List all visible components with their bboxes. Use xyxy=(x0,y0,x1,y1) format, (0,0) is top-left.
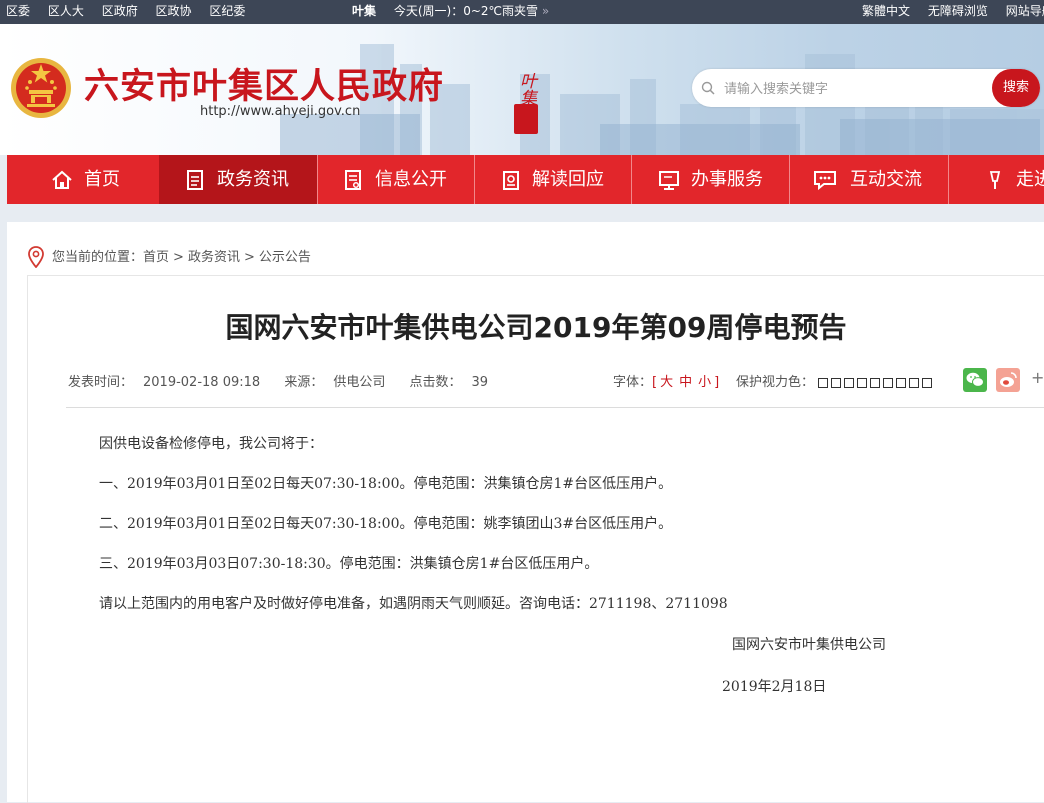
eye-color-swatch[interactable] xyxy=(818,377,829,388)
breadcrumb-announcements[interactable]: 公示公告 xyxy=(259,250,311,265)
publish-time-label: 发表时间： xyxy=(68,375,134,390)
eye-color-swatch[interactable] xyxy=(883,377,894,388)
traditional-chinese-link[interactable]: 繁體中文 xyxy=(862,4,910,18)
nav-item-interpretation[interactable]: 解读回应 xyxy=(474,155,632,204)
nav-item-label: 解读回应 xyxy=(532,169,604,190)
location-pin-icon xyxy=(28,246,44,268)
nav-item-services[interactable]: 办事服务 xyxy=(631,155,790,204)
eye-color-swatch[interactable] xyxy=(831,377,842,388)
click-count: 39 xyxy=(471,375,489,390)
eye-protection-label: 保护视力色： xyxy=(736,375,815,390)
article-paragraph: 三、2019年03月03日07:30-18:30。停电范围：洪集镇仓房1#台区低… xyxy=(99,556,599,572)
font-bracket-open: [ xyxy=(652,375,658,390)
document-icon xyxy=(187,170,203,190)
nav-item-government-news[interactable]: 政务资讯 xyxy=(159,155,317,204)
top-link-discipline-committee[interactable]: 区纪委 xyxy=(209,4,245,18)
national-emblem-logo xyxy=(11,58,71,118)
clicks-label: 点击数： xyxy=(409,375,462,390)
eye-color-swatch[interactable] xyxy=(922,377,933,388)
weibo-icon xyxy=(1000,372,1017,387)
seal-text: 叶集 xyxy=(516,72,536,106)
main-nav: 首页 政务资讯 信息公开 解读回应 办事服务 互动交流 走进 xyxy=(7,155,1044,204)
top-bar: 区委 区人大 区政府 区政协 区纪委 叶集 今天(周一)：0~2℃雨夹雪 » 繁… xyxy=(0,0,1044,24)
article: 国网六安市叶集供电公司2019年第09周停电预告 发表时间： 2019-02-18… xyxy=(27,275,1044,803)
chat-icon xyxy=(814,171,836,191)
source: 供电公司 xyxy=(333,375,386,390)
eye-color-swatch[interactable] xyxy=(909,377,920,388)
home-icon xyxy=(52,170,72,189)
torch-icon xyxy=(989,171,1001,189)
breadcrumb: 您当前的位置：首页 > 政务资讯 > 公示公告 xyxy=(52,246,311,265)
top-link-district-cppcc[interactable]: 区政协 xyxy=(156,4,192,18)
share-more-icon[interactable]: + xyxy=(1031,368,1044,387)
divider xyxy=(66,407,1044,408)
wechat-share-icon[interactable] xyxy=(963,368,987,392)
top-right-links: 繁體中文 无障碍浏览 网站导航 xyxy=(862,0,1044,22)
search-icon xyxy=(701,81,715,95)
article-body: 因供电设备检修停电，我公司将于： 一、2019年03月01日至02日每天07:3… xyxy=(99,434,999,634)
weather-city: 叶集 xyxy=(352,4,377,18)
font-size-control: 字体：[大中小] xyxy=(613,371,719,390)
top-link-district-committee[interactable]: 区委 xyxy=(6,4,30,18)
eye-color-swatch[interactable] xyxy=(896,377,907,388)
top-link-district-congress[interactable]: 区人大 xyxy=(48,4,84,18)
search-box: 搜索 xyxy=(692,69,1040,107)
nav-item-label: 互动交流 xyxy=(850,169,922,190)
source-label: 来源： xyxy=(284,375,324,390)
font-size-medium[interactable]: 中 xyxy=(679,375,692,390)
site-map-link[interactable]: 网站导航 xyxy=(1006,4,1044,18)
nav-item-interaction[interactable]: 互动交流 xyxy=(789,155,949,204)
font-size-label: 字体： xyxy=(613,375,653,390)
article-paragraph: 因供电设备检修停电，我公司将于： xyxy=(99,436,323,452)
eye-color-swatch[interactable] xyxy=(870,377,881,388)
badge-icon xyxy=(503,171,519,190)
nav-item-label: 首页 xyxy=(84,169,120,190)
list-doc-icon xyxy=(345,170,361,190)
article-title: 国网六安市叶集供电公司2019年第09周停电预告 xyxy=(225,311,847,344)
top-links: 区委 区人大 区政府 区政协 区纪委 xyxy=(6,0,259,22)
nav-item-info-disclosure[interactable]: 信息公开 xyxy=(317,155,475,204)
eye-protection-control: 保护视力色： xyxy=(736,371,935,390)
content-panel: 您当前的位置：首页 > 政务资讯 > 公示公告 国网六安市叶集供电公司2019年第09周… xyxy=(7,222,1044,803)
breadcrumb-prefix: 您当前的位置： xyxy=(52,250,144,265)
breadcrumb-separator: > xyxy=(173,250,184,265)
top-link-district-government[interactable]: 区政府 xyxy=(102,4,138,18)
font-size-large[interactable]: 大 xyxy=(660,375,673,390)
weather-widget: 叶集 今天(周一)：0~2℃雨夹雪 » xyxy=(352,0,549,22)
article-meta: 发表时间： 2019-02-18 09:18 来源： 供电公司 点击数： 39 xyxy=(68,371,508,390)
eye-color-swatch[interactable] xyxy=(857,377,868,388)
article-paragraph: 请以上范围内的用电客户及时做好停电准备，如遇阴雨天气则顺延。咨询电话：27111… xyxy=(99,596,728,612)
article-paragraph: 二、2019年03月01日至02日每天07:30-18:00。停电范围：姚李镇团… xyxy=(99,516,673,532)
search-input[interactable] xyxy=(722,77,976,101)
article-paragraph: 一、2019年03月01日至02日每天07:30-18:00。停电范围：洪集镇仓… xyxy=(99,476,673,492)
eye-color-swatch[interactable] xyxy=(844,377,855,388)
wechat-icon xyxy=(966,372,984,387)
weather-more-icon[interactable]: » xyxy=(542,4,549,18)
accessibility-link[interactable]: 无障碍浏览 xyxy=(928,4,988,18)
font-bracket-close: ] xyxy=(714,375,720,390)
breadcrumb-home[interactable]: 首页 xyxy=(143,250,169,265)
site-url: http://www.ahyeji.gov.cn xyxy=(200,104,361,119)
weibo-share-icon[interactable] xyxy=(996,368,1020,392)
search-button[interactable]: 搜索 xyxy=(992,69,1040,107)
font-size-small[interactable]: 小 xyxy=(698,375,711,390)
nav-item-label: 信息公开 xyxy=(375,169,447,190)
monitor-icon xyxy=(659,171,679,190)
nav-item-label: 政务资讯 xyxy=(217,169,289,190)
publish-time: 2019-02-18 09:18 xyxy=(143,375,261,390)
calligraphy-seal: 叶集 xyxy=(508,72,544,134)
article-signature: 国网六安市叶集供电公司 xyxy=(732,637,886,653)
breadcrumb-separator: > xyxy=(243,250,255,265)
article-date: 2019年2月18日 xyxy=(722,679,827,695)
header-banner: 六安市叶集区人民政府 http://www.ahyeji.gov.cn 叶集 搜… xyxy=(0,24,1044,155)
weather-text: 今天(周一)：0~2℃雨夹雪 xyxy=(393,4,539,18)
nav-item-home[interactable]: 首页 xyxy=(7,155,159,204)
site-title[interactable]: 六安市叶集区人民政府 xyxy=(84,58,444,109)
nav-item-label: 办事服务 xyxy=(691,169,763,190)
nav-item-discover[interactable]: 走进 xyxy=(948,155,1044,204)
nav-item-label: 走进 xyxy=(1016,169,1044,190)
breadcrumb-government-news[interactable]: 政务资讯 xyxy=(188,250,240,265)
